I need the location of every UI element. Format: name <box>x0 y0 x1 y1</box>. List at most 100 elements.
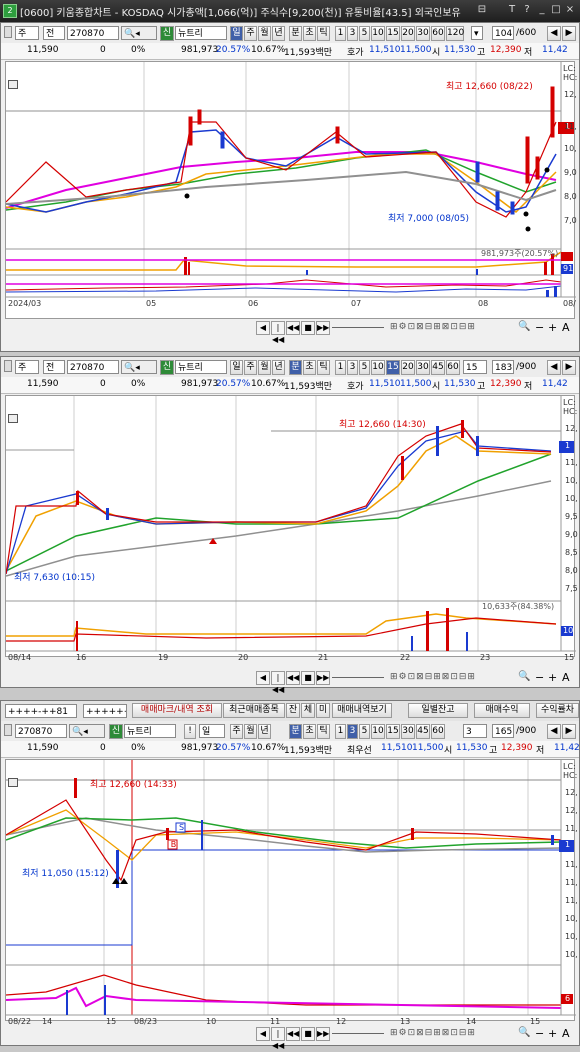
drawing-tools-icon[interactable]: ⊞⚙⊡⊠⊟⊞⊠⊡⊟⊞ <box>390 322 510 334</box>
min-30-button[interactable]: 30 <box>416 26 430 41</box>
scroll-right-icon[interactable]: ▶ <box>562 26 576 41</box>
nav-back-icon[interactable]: ◀◀ <box>286 671 300 685</box>
nav-first-icon[interactable]: |◀◀ <box>271 671 285 694</box>
auto-button[interactable]: A <box>562 321 570 334</box>
cycle-tick-button[interactable]: 틱 <box>317 360 330 375</box>
cycle-second-button[interactable]: 초 <box>303 360 316 375</box>
cycle-second-button[interactable]: 초 <box>303 724 316 739</box>
min-60-button[interactable]: 60 <box>431 26 445 41</box>
password-field[interactable]: ++++++++ <box>83 704 127 718</box>
text-icon[interactable]: T <box>506 4 518 16</box>
cycle-month-button[interactable]: 월 <box>258 360 271 375</box>
minimize-button[interactable]: _ <box>536 4 548 16</box>
stock-code-input[interactable]: 270870 <box>67 360 119 374</box>
nav-forward-icon[interactable]: ▶▶ <box>316 321 330 335</box>
zoom-in-button[interactable]: + <box>548 321 557 334</box>
min-15-button[interactable]: 15 <box>386 724 400 739</box>
min-3-button[interactable]: 3 <box>347 360 358 375</box>
chart-menu-icon[interactable] <box>8 778 18 787</box>
nav-prev-icon[interactable]: ◀ <box>256 1027 270 1041</box>
nav-forward-icon[interactable]: ▶▶ <box>316 671 330 685</box>
nav-back-icon[interactable]: ◀◀ <box>286 1027 300 1041</box>
cycle-week-button[interactable]: 주 <box>244 26 257 41</box>
balance-button[interactable]: 잔 <box>286 703 300 718</box>
scroll-left-icon[interactable]: ◀ <box>547 724 561 739</box>
return-chart-button[interactable]: 수익률차 <box>536 703 579 718</box>
stock-search-icon[interactable]: 🔍◂ <box>121 360 157 374</box>
nav-stop-icon[interactable]: ■ <box>301 1027 315 1041</box>
min-10-button[interactable]: 10 <box>371 26 385 41</box>
cycle-month-button[interactable]: 월 <box>258 26 271 41</box>
min-3-button[interactable]: 3 <box>347 26 358 41</box>
nav-stop-icon[interactable]: ■ <box>301 671 315 685</box>
min-5-button[interactable]: 5 <box>359 26 370 41</box>
nav-slider[interactable] <box>332 1033 384 1034</box>
cycle-minute-button[interactable]: 분 <box>289 360 302 375</box>
auto-button[interactable]: A <box>562 671 570 684</box>
filled-button[interactable]: 체 <box>301 703 315 718</box>
min-120-button[interactable]: 120 <box>446 26 464 41</box>
stock-name-field[interactable]: 뉴트리 <box>175 360 227 374</box>
zoom-out-button[interactable]: − <box>535 1027 544 1040</box>
min-custom-select[interactable]: ▾ <box>471 26 483 40</box>
min-5-button[interactable]: 5 <box>359 724 370 739</box>
nav-forward-icon[interactable]: ▶▶ <box>316 1027 330 1041</box>
scroll-right-icon[interactable]: ▶ <box>562 360 576 375</box>
chart-menu-icon[interactable] <box>8 80 18 89</box>
nav-slider[interactable] <box>332 327 384 328</box>
type-select[interactable]: 주 <box>15 26 39 40</box>
min-15-button[interactable]: 15 <box>386 360 400 375</box>
data-count-input[interactable]: 165 <box>492 724 514 738</box>
stock-code-input[interactable]: 270870 <box>15 724 67 738</box>
min-20-button[interactable]: 20 <box>401 26 415 41</box>
cycle-week-button[interactable]: 주 <box>244 360 257 375</box>
cycle-month-button[interactable]: 월 <box>244 724 257 739</box>
cycle-year-button[interactable]: 년 <box>272 360 285 375</box>
min-1-button[interactable]: 1 <box>335 26 346 41</box>
nav-slider[interactable] <box>332 677 384 678</box>
minute15-chart[interactable]: 최고 12,660 (14:30) 최저 7,630 (10:15) 10,63… <box>5 395 578 662</box>
min-15-button[interactable]: 15 <box>386 26 400 41</box>
cycle-tick-button[interactable]: 틱 <box>317 26 330 41</box>
trade-profit-button[interactable]: 매매수익 <box>474 703 530 718</box>
zoom-in-button[interactable]: + <box>548 671 557 684</box>
auto-button[interactable]: A <box>562 1027 570 1040</box>
stock-code-input[interactable]: 270870 <box>67 26 119 40</box>
minute3-chart[interactable]: 최고 12,660 (14:33) 최저 11,050 (15:12) S B … <box>5 759 578 1026</box>
chart-menu-icon[interactable] <box>8 414 18 423</box>
cycle-tick-button[interactable]: 틱 <box>317 724 330 739</box>
daily-balance-button[interactable]: 일별잔고 <box>408 703 468 718</box>
min-10-button[interactable]: 10 <box>371 360 385 375</box>
zoom-out-button[interactable]: − <box>535 321 544 334</box>
daily-chart[interactable]: 최고 12,660 (08/22) 최저 7,000 (08/05) 981,9… <box>5 61 577 319</box>
min-3-button[interactable]: 3 <box>347 724 358 739</box>
scroll-right-icon[interactable]: ▶ <box>562 724 576 739</box>
min-custom-select[interactable]: 15 <box>463 360 487 374</box>
type-select[interactable]: 주 <box>15 360 39 374</box>
layout-icon[interactable]: ⊟ <box>476 4 488 16</box>
period-select[interactable]: 전 <box>43 360 65 374</box>
maximize-button[interactable]: □ <box>550 4 562 16</box>
min-45-button[interactable]: 45 <box>416 724 430 739</box>
min-1-button[interactable]: 1 <box>335 724 346 739</box>
cycle-week-button[interactable]: 주 <box>230 724 243 739</box>
trade-mark-button[interactable]: 매매마크/내역 조회 <box>132 703 222 718</box>
recent-trades-button[interactable]: 최근매매종목 <box>223 703 285 718</box>
panel2-grip[interactable] <box>4 360 12 372</box>
cycle-minute-button[interactable]: 분 <box>289 26 302 41</box>
data-count-input[interactable]: 104 <box>492 26 514 40</box>
nav-prev-icon[interactable]: ◀ <box>256 671 270 685</box>
nav-first-icon[interactable]: |◀◀ <box>271 321 285 344</box>
min-45-button[interactable]: 45 <box>431 360 445 375</box>
min-30-button[interactable]: 30 <box>416 360 430 375</box>
mode-select[interactable]: 일 <box>199 724 225 738</box>
nav-stop-icon[interactable]: ■ <box>301 321 315 335</box>
zoom-icon[interactable]: 🔍 <box>518 671 530 682</box>
stock-name-field[interactable]: 뉴트리 <box>175 26 227 40</box>
cycle-year-button[interactable]: 년 <box>258 724 271 739</box>
panel1-grip[interactable] <box>4 26 12 38</box>
stock-search-icon[interactable]: 🔍◂ <box>121 26 157 40</box>
min-custom-select[interactable]: 3 <box>463 724 487 738</box>
min-20-button[interactable]: 20 <box>401 360 415 375</box>
warning-button[interactable]: ! <box>184 724 196 739</box>
